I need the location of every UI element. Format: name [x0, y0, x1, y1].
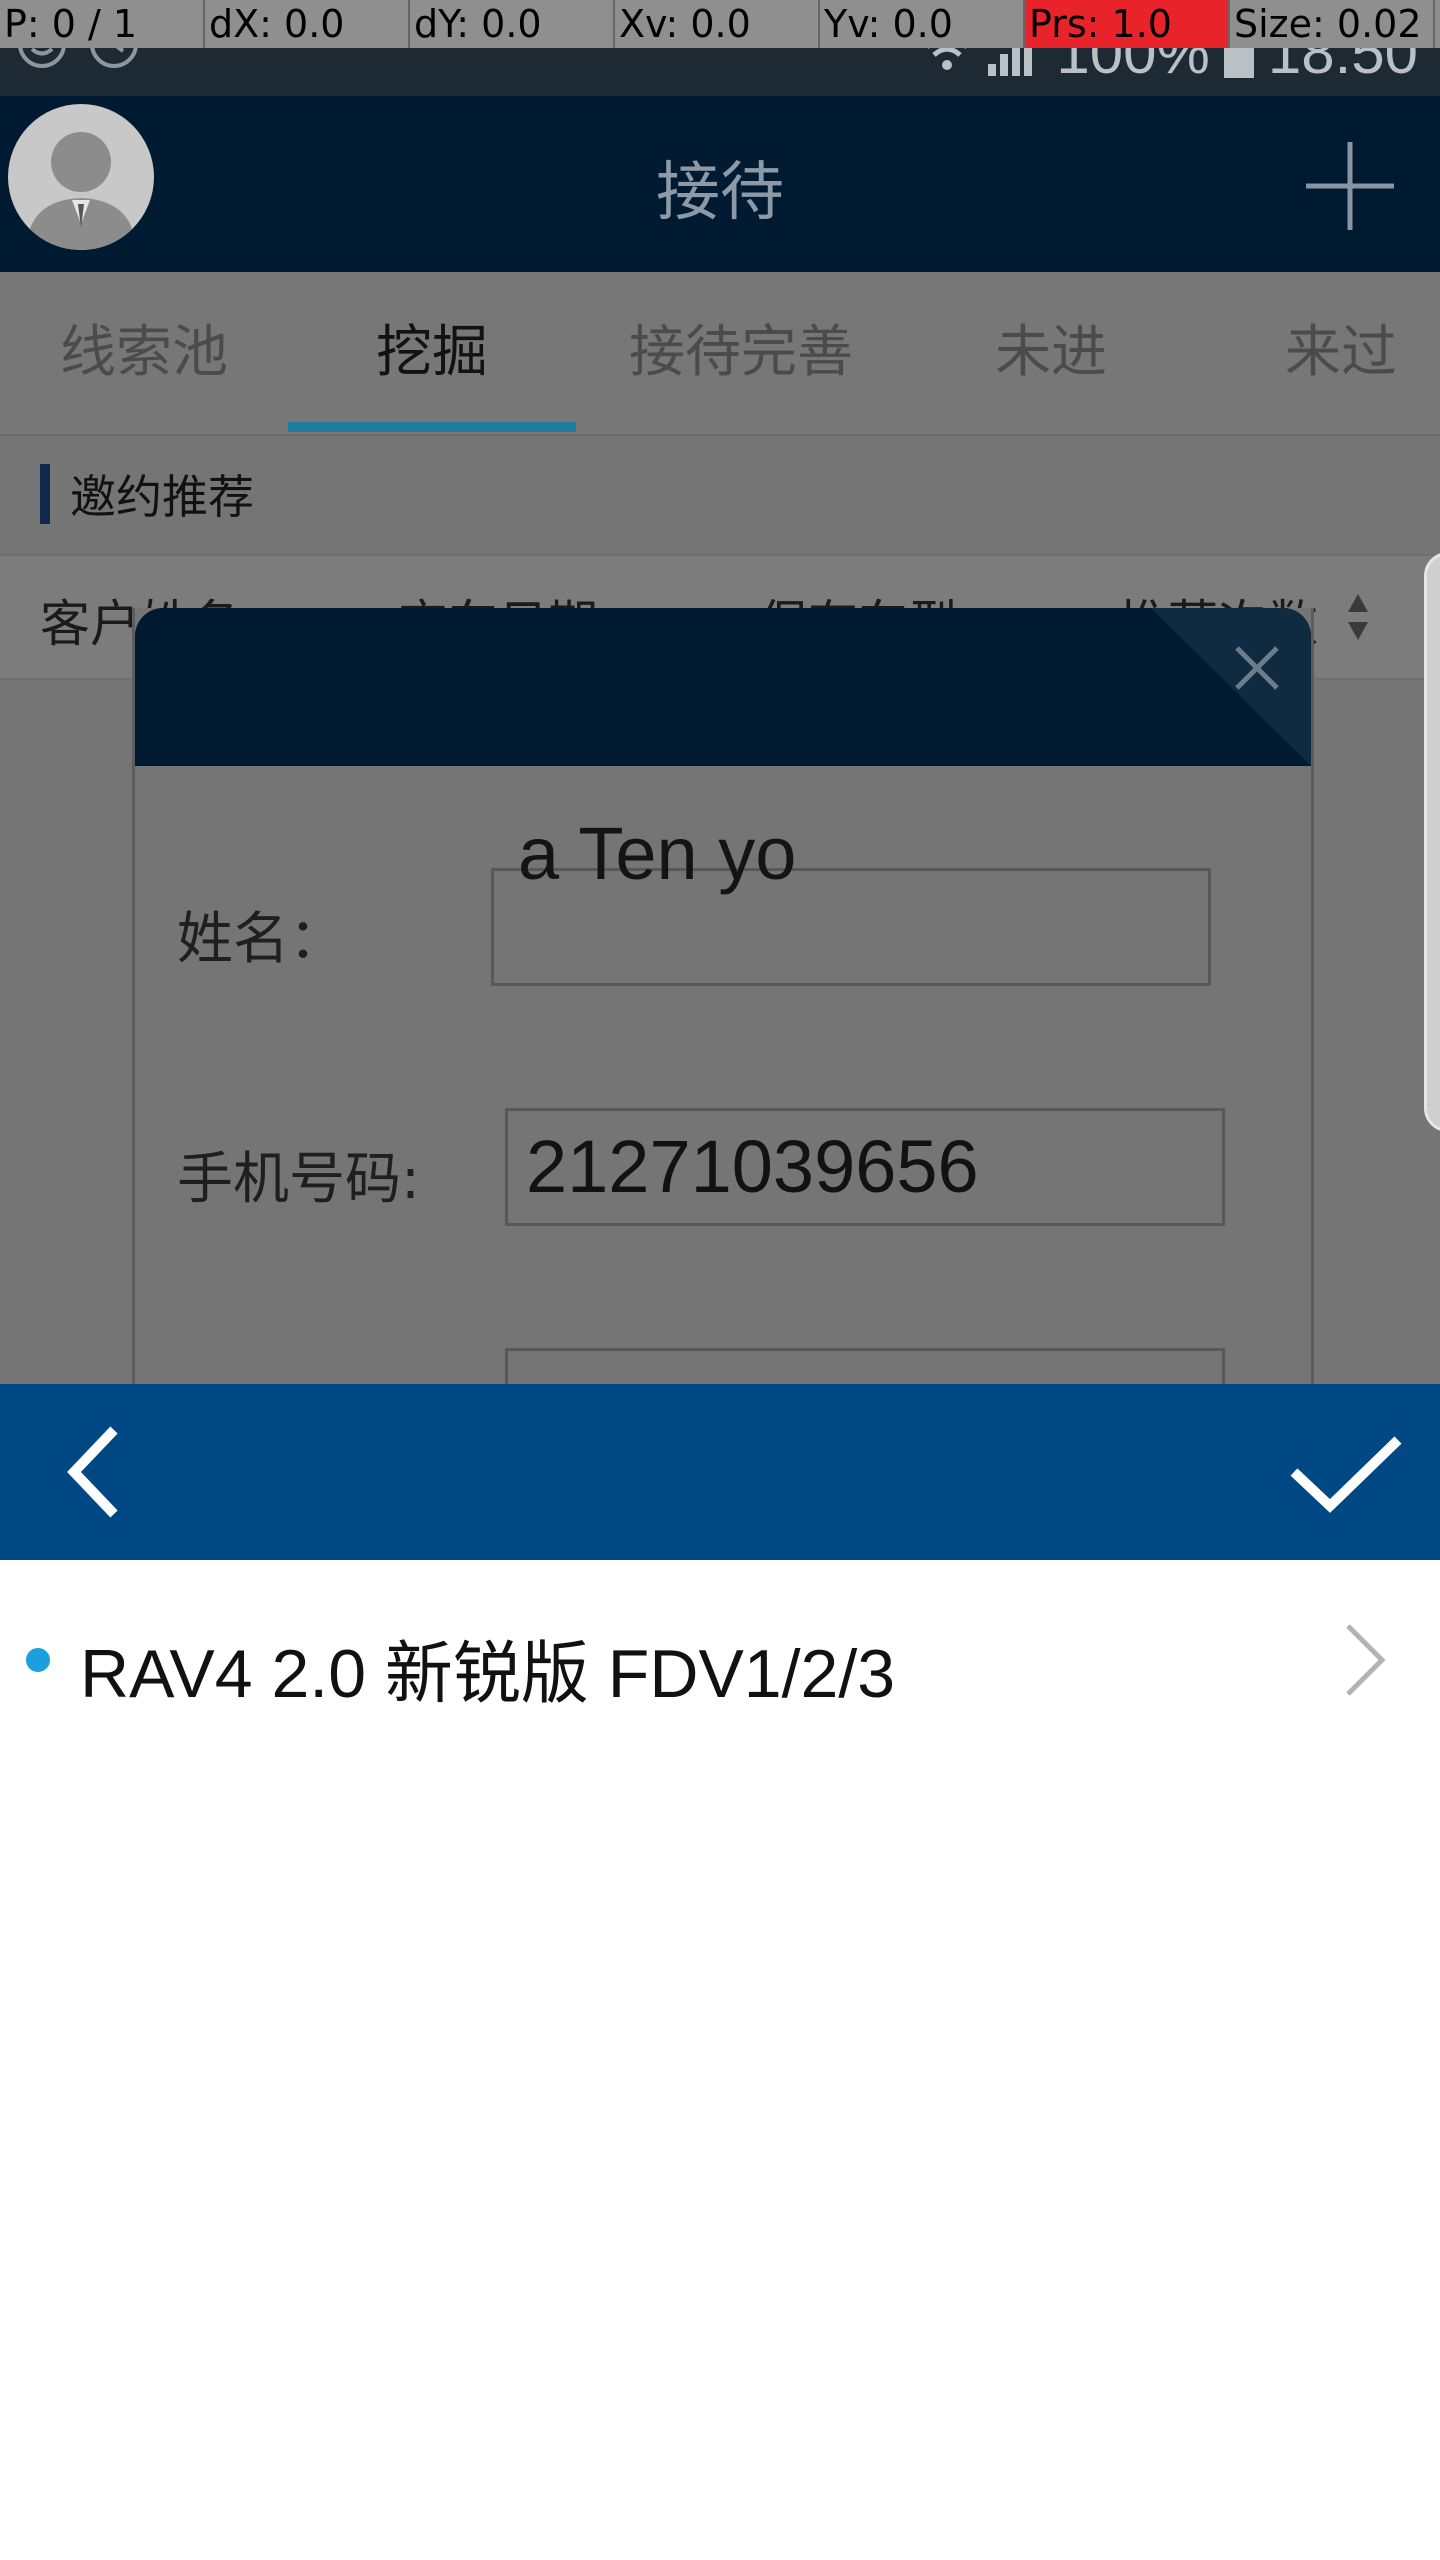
pointer-debug-overlay: P: 0 / 1 dX: 0.0 dY: 0.0 Xv: 0.0 Yv: 0.0…	[0, 0, 1440, 48]
close-icon[interactable]	[1151, 608, 1311, 766]
bullet-dot-icon	[26, 1648, 50, 1672]
name-field[interactable]: a Ten yo	[491, 812, 1211, 986]
phone-value: 21271039656	[526, 1125, 979, 1208]
debug-dy: dY: 0.0	[410, 0, 615, 48]
dialog-header	[135, 608, 1311, 766]
tab-mining[interactable]: 挖掘	[288, 272, 576, 434]
tab-visited[interactable]: 来过	[1196, 272, 1440, 434]
phone-field[interactable]: 21271039656	[505, 1108, 1225, 1226]
tab-bar: 线索池 挖掘 接待完善 未进 来过	[0, 272, 1440, 436]
phone-label: 手机号码:	[177, 1147, 420, 1212]
debug-xv: Xv: 0.0	[615, 0, 820, 48]
customer-dialog: 姓名： a Ten yo 手机号码: 21271039656	[132, 608, 1314, 1408]
debug-yv: Yv: 0.0	[820, 0, 1025, 48]
picker-toolbar	[0, 1384, 1440, 1560]
section-accent-bar	[40, 464, 50, 524]
tab-not-entered[interactable]: 未进	[906, 272, 1196, 434]
section-title: 邀约推荐	[70, 470, 254, 524]
page-title: 接待	[656, 156, 784, 230]
debug-dx: dX: 0.0	[205, 0, 410, 48]
tab-reception-complete[interactable]: 接待完善	[576, 272, 906, 434]
back-button[interactable]	[48, 1422, 148, 1522]
list-item[interactable]: RAV4 2.0 新锐版 FDV1/2/3	[0, 1560, 1440, 1760]
list-item-label: RAV4 2.0 新锐版 FDV1/2/3	[80, 1636, 896, 1712]
sort-icon[interactable]	[1346, 590, 1370, 644]
debug-pressure: Prs: 1.0	[1025, 0, 1230, 48]
name-label: 姓名：	[177, 907, 345, 972]
model-list: RAV4 2.0 新锐版 FDV1/2/3	[0, 1560, 1440, 2560]
debug-pointer: P: 0 / 1	[0, 0, 205, 48]
add-button[interactable]	[1304, 140, 1396, 232]
section-header: 邀约推荐	[40, 464, 254, 524]
chevron-right-icon	[1346, 1624, 1386, 1696]
debug-size: Size: 0.02	[1230, 0, 1435, 48]
app-header: 接待	[0, 96, 1440, 272]
active-tab-indicator	[288, 422, 576, 432]
confirm-button[interactable]	[1286, 1422, 1406, 1522]
tab-clue-pool[interactable]: 线索池	[0, 272, 288, 434]
name-value: a Ten yo	[518, 812, 797, 895]
side-panel-handle[interactable]	[1424, 552, 1440, 1132]
